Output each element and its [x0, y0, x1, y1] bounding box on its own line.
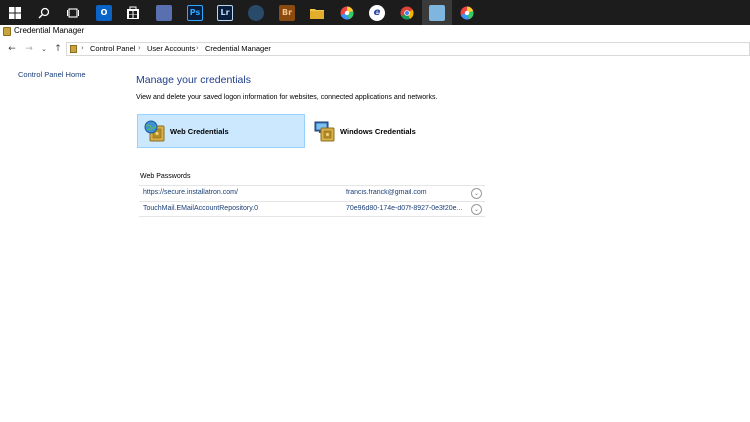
breadcrumb-separator-icon[interactable]: ›: [196, 44, 199, 52]
taskbar-file-explorer[interactable]: [302, 0, 332, 25]
web-credentials-tile[interactable]: Web Credentials: [137, 114, 305, 148]
taskbar-control-panel[interactable]: [422, 0, 452, 25]
breadcrumb-control-panel[interactable]: Control Panel: [90, 44, 135, 53]
chevron-down-icon: ⌄: [41, 45, 47, 53]
address-field[interactable]: › Control Panel › User Accounts › Creden…: [66, 42, 750, 56]
control-panel-icon: [429, 4, 445, 21]
bridge-icon: Br: [279, 4, 295, 21]
lightroom-icon: Lr: [217, 4, 233, 21]
task-view-button[interactable]: [58, 0, 88, 25]
up-arrow-icon: ↑: [54, 44, 62, 54]
taskbar-app-3[interactable]: [332, 0, 362, 25]
expand-chevron-icon[interactable]: ⌄: [471, 204, 482, 215]
taskbar-chrome[interactable]: [392, 0, 422, 25]
address-bar: ← → ⌄ ↑ › Control Panel › User Accounts …: [0, 41, 750, 57]
page-description: View and delete your saved logon informa…: [136, 94, 438, 101]
window-title: Credential Manager: [14, 26, 85, 35]
back-button[interactable]: ←: [6, 43, 18, 55]
taskbar: O Ps Lr Br e: [0, 0, 750, 25]
app-icon: [156, 4, 172, 21]
taskbar-bridge[interactable]: Br: [272, 0, 302, 25]
taskbar-lightroom[interactable]: Lr: [210, 0, 240, 25]
breadcrumb-credential-manager[interactable]: Credential Manager: [205, 44, 271, 53]
taskbar-app-2[interactable]: [241, 0, 271, 25]
chrome-icon: [400, 6, 414, 20]
credential-row[interactable]: https://secure.installatron.com/ francis…: [139, 185, 485, 201]
windows-credentials-icon: [314, 120, 336, 142]
credential-url: TouchMail.EMailAccountRepository.0: [143, 205, 259, 212]
recent-locations-button[interactable]: ⌄: [38, 43, 50, 55]
app-icon: [248, 4, 264, 21]
back-arrow-icon: ←: [8, 44, 16, 54]
search-icon: [38, 7, 50, 18]
breadcrumb-user-accounts[interactable]: User Accounts: [147, 44, 195, 53]
file-explorer-icon: [310, 8, 324, 19]
windows-start-icon: [9, 6, 21, 19]
app-icon: e: [369, 4, 385, 21]
breadcrumb-separator-icon: ›: [81, 44, 84, 52]
taskbar-photoshop[interactable]: Ps: [180, 0, 210, 25]
credential-row[interactable]: TouchMail.EMailAccountRepository.0 70e96…: [139, 201, 485, 217]
photoshop-icon: Ps: [187, 4, 203, 21]
expand-chevron-icon[interactable]: ⌄: [471, 188, 482, 199]
page-title: Manage your credentials: [136, 74, 251, 86]
credential-user: francis.franck@gmail.com: [346, 189, 427, 196]
web-credentials-label: Web Credentials: [170, 126, 229, 136]
web-passwords-heading: Web Passwords: [140, 173, 191, 180]
task-view-icon: [67, 7, 79, 18]
control-panel-home-link[interactable]: Control Panel Home: [18, 70, 86, 79]
up-button[interactable]: ↑: [52, 43, 64, 55]
window-titlebar: Credential Manager: [0, 25, 750, 39]
taskbar-outlook[interactable]: O: [89, 0, 119, 25]
outlook-icon: O: [96, 4, 112, 21]
forward-arrow-icon: →: [25, 44, 33, 54]
windows-credentials-tile[interactable]: Windows Credentials: [312, 114, 442, 148]
forward-button[interactable]: →: [23, 43, 35, 55]
app-icon: [340, 5, 354, 19]
taskbar-app-5[interactable]: [452, 0, 482, 25]
app-icon: [460, 5, 474, 19]
search-button[interactable]: [29, 0, 59, 25]
credential-user: 70e96d80-174e-d07f-8927-0e3f20e...: [346, 205, 463, 212]
credential-manager-icon: [3, 27, 11, 36]
breadcrumb-separator-icon[interactable]: ›: [138, 44, 141, 52]
web-credentials-icon: [144, 120, 166, 142]
taskbar-app-1[interactable]: [149, 0, 179, 25]
credential-url: https://secure.installatron.com/: [143, 189, 238, 196]
windows-credentials-label: Windows Credentials: [340, 126, 416, 136]
credential-manager-icon: [70, 45, 77, 53]
taskbar-store[interactable]: [118, 0, 148, 25]
start-button[interactable]: [0, 0, 30, 25]
store-icon: [127, 6, 139, 19]
taskbar-app-4[interactable]: e: [362, 0, 392, 25]
